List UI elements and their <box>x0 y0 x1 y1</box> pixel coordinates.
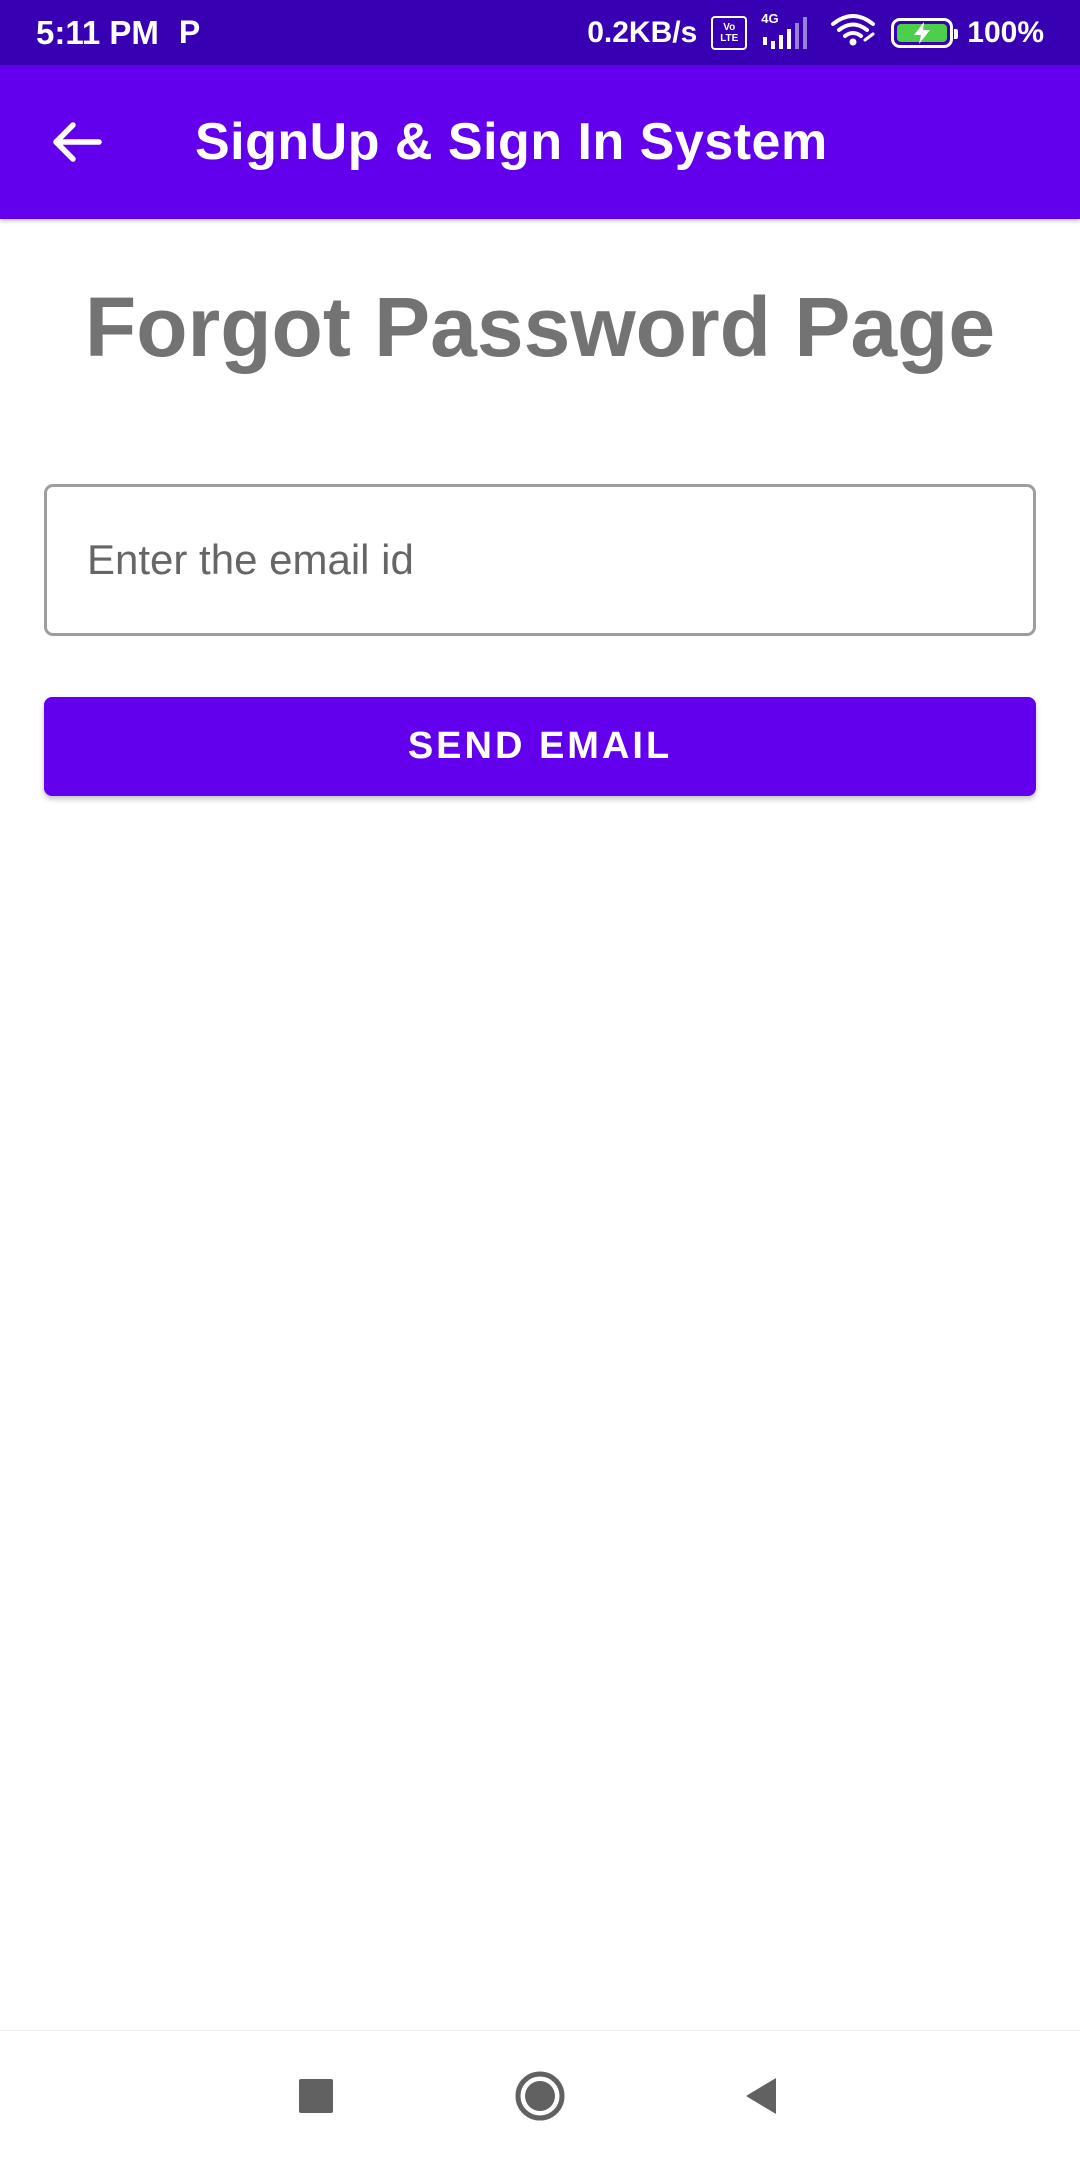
email-input[interactable] <box>44 484 1036 636</box>
status-bar: 5:11 PM P 0.2KB/s Vo LTE 4G 100% <box>0 0 1080 65</box>
navigation-bar <box>0 2030 1080 2161</box>
volte-bottom-text: LTE <box>720 32 739 44</box>
parking-app-icon: P <box>178 14 201 50</box>
app-bar: SignUp & Sign In System <box>0 65 1080 219</box>
page-heading: Forgot Password Page <box>84 280 996 374</box>
home-button[interactable] <box>500 2056 580 2136</box>
send-email-button[interactable]: SEND EMAIL <box>44 697 1036 796</box>
status-right-group: 0.2KB/s Vo LTE 4G 100% <box>587 11 1044 53</box>
network-speed: 0.2KB/s <box>587 15 698 49</box>
back-triangle-icon <box>746 2078 776 2114</box>
recents-button[interactable] <box>276 2056 356 2136</box>
battery-charging-icon <box>891 17 959 48</box>
home-circle-icon <box>515 2071 565 2121</box>
status-time: 5:11 PM <box>36 13 159 51</box>
volte-icon: Vo LTE <box>711 15 748 50</box>
bolt-icon <box>914 21 931 44</box>
battery-percent: 100% <box>967 15 1044 49</box>
nav-back-button[interactable] <box>720 2056 800 2136</box>
volte-top-text: Vo <box>723 21 736 33</box>
back-button[interactable] <box>38 103 116 181</box>
signal-icon: 4G <box>761 11 815 51</box>
arrow-back-icon <box>53 122 102 162</box>
recents-square-icon <box>299 2079 333 2113</box>
app-title: SignUp & Sign In System <box>195 113 828 171</box>
wifi-icon <box>829 12 877 53</box>
battery-cap <box>954 28 959 39</box>
network-type-label: 4G <box>761 10 779 26</box>
